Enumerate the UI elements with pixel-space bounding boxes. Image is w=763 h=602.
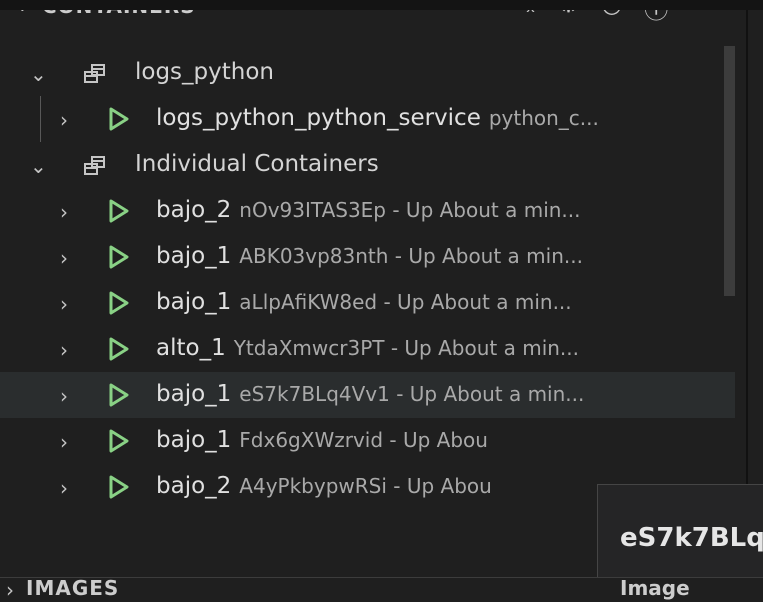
containers-panel: ⌄ CONTAINERS ≡ₓ ⚙ ◷ ⓘ ⌄ logs_python › logs_pyt… xyxy=(0,10,763,577)
section-chevron-icon[interactable]: ⌄ xyxy=(14,10,31,16)
chevron-right-icon[interactable]: › xyxy=(60,108,68,132)
history-icon[interactable]: ◷ xyxy=(601,10,622,25)
container-name-text: bajo_1 xyxy=(156,289,232,315)
running-status-icon xyxy=(109,475,129,499)
container-name-text: bajo_1 xyxy=(156,381,232,407)
container-row[interactable]: › logs_python_python_service python_c... xyxy=(0,96,735,142)
chevron-right-icon[interactable]: › xyxy=(60,476,68,500)
section-title: CONTAINERS xyxy=(42,10,196,18)
container-name: alto_1 YtdaXmwcr3PT - Up About a min... xyxy=(156,335,579,361)
container-name: bajo_2 A4yPkbypwRSi - Up Abou xyxy=(156,473,492,499)
container-description: eS7k7BLq4Vv1 - Up About a min... xyxy=(239,382,585,406)
chevron-right-icon[interactable]: › xyxy=(60,292,68,316)
container-description: ABK03vp83nth - Up About a min... xyxy=(239,244,583,268)
group-label: logs_python xyxy=(135,59,274,85)
container-name: logs_python_python_service python_c... xyxy=(156,105,599,131)
running-status-icon xyxy=(109,337,129,361)
container-name: bajo_1 ABK03vp83nth - Up About a min... xyxy=(156,243,583,269)
tree-group[interactable]: ⌄ Individual Containers xyxy=(0,142,735,188)
hover-tooltip: eS7k7BLq xyxy=(597,484,763,577)
container-row[interactable]: › bajo_1 aLlpAfiKW8ed - Up About a min... xyxy=(0,280,735,326)
container-row[interactable]: › bajo_1 eS7k7BLq4Vv1 - Up About a min... xyxy=(0,372,735,418)
running-status-icon xyxy=(109,107,129,131)
window-top-strip xyxy=(0,0,763,10)
container-description: nOv93ITAS3Ep - Up About a min... xyxy=(239,198,581,222)
container-name: bajo_2 nOv93ITAS3Ep - Up About a min... xyxy=(156,197,581,223)
tooltip-subtitle: Image xyxy=(620,576,690,600)
scrollbar-thumb[interactable] xyxy=(724,46,735,296)
container-name: bajo_1 Fdx6gXWzrvid - Up Abou xyxy=(156,427,488,453)
container-name-text: alto_1 xyxy=(156,335,226,361)
container-name: bajo_1 eS7k7BLq4Vv1 - Up About a min... xyxy=(156,381,584,407)
gear-icon[interactable]: ⚙ xyxy=(558,10,580,25)
section-actions: ≡ₓ ⚙ ◷ ⓘ xyxy=(505,10,668,25)
running-status-icon xyxy=(109,199,129,223)
container-description: Fdx6gXWzrvid - Up Abou xyxy=(239,428,488,452)
running-status-icon xyxy=(109,383,129,407)
container-row[interactable]: › bajo_2 nOv93ITAS3Ep - Up About a min... xyxy=(0,188,735,234)
collapse-icon[interactable]: ≡ₓ xyxy=(505,10,536,25)
running-status-icon xyxy=(109,429,129,453)
chevron-down-icon[interactable]: ⌄ xyxy=(30,62,47,86)
container-name-text: bajo_1 xyxy=(156,243,232,269)
container-name-text: bajo_2 xyxy=(156,197,232,223)
tree-group[interactable]: ⌄ logs_python xyxy=(0,50,735,96)
info-icon[interactable]: ⓘ xyxy=(644,10,668,25)
chevron-right-icon[interactable]: › xyxy=(60,338,68,362)
tooltip-title: eS7k7BLq xyxy=(620,523,763,553)
container-row[interactable]: › alto_1 YtdaXmwcr3PT - Up About a min... xyxy=(0,326,735,372)
containers-section-header[interactable]: ⌄ CONTAINERS ≡ₓ ⚙ ◷ ⓘ xyxy=(0,10,763,25)
container-row[interactable]: › bajo_1 ABK03vp83nth - Up About a min... xyxy=(0,234,735,280)
container-name-text: bajo_2 xyxy=(156,473,232,499)
running-status-icon xyxy=(109,245,129,269)
container-description: aLlpAfiKW8ed - Up About a min... xyxy=(239,290,572,314)
container-description: python_c... xyxy=(488,106,599,130)
container-name-text: logs_python_python_service xyxy=(156,105,481,131)
images-chevron-icon[interactable]: › xyxy=(6,578,14,602)
container-description: YtdaXmwcr3PT - Up About a min... xyxy=(233,336,580,360)
group-label: Individual Containers xyxy=(135,151,379,177)
chevron-right-icon[interactable]: › xyxy=(60,200,68,224)
chevron-right-icon[interactable]: › xyxy=(60,246,68,270)
compose-group-icon xyxy=(84,156,105,175)
container-name-text: bajo_1 xyxy=(156,427,232,453)
images-section-header[interactable]: › IMAGES Image xyxy=(0,576,763,602)
container-description: A4yPkbypwRSi - Up Abou xyxy=(239,474,492,498)
images-section-title: IMAGES xyxy=(26,576,120,600)
compose-group-icon xyxy=(84,64,105,83)
chevron-right-icon[interactable]: › xyxy=(60,384,68,408)
container-name: bajo_1 aLlpAfiKW8ed - Up About a min... xyxy=(156,289,572,315)
chevron-right-icon[interactable]: › xyxy=(60,430,68,454)
running-status-icon xyxy=(109,291,129,315)
chevron-down-icon[interactable]: ⌄ xyxy=(30,154,47,178)
container-row[interactable]: › bajo_1 Fdx6gXWzrvid - Up Abou xyxy=(0,418,735,464)
